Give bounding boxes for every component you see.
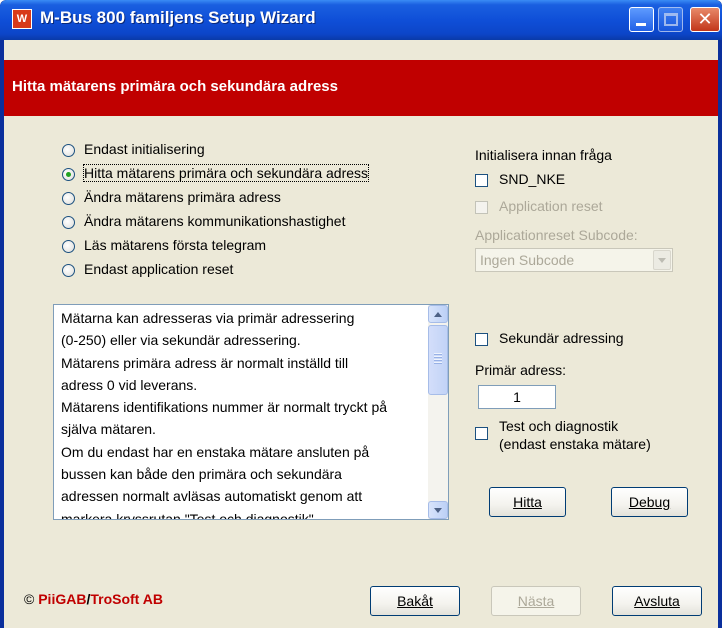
maximize-button[interactable]	[658, 7, 683, 32]
mode-option-label: Ändra mätarens kommunikationshastighet	[84, 213, 346, 229]
maximize-icon	[664, 13, 678, 26]
company-piigab: PiiGAB	[38, 591, 87, 607]
mode-radio[interactable]	[62, 216, 75, 229]
debug-button[interactable]: Debug	[611, 487, 688, 517]
page-title: Hitta mätarens primära och sekundära adr…	[12, 78, 338, 95]
scroll-up-button[interactable]	[428, 305, 448, 323]
close-button[interactable]: ✕	[690, 7, 720, 32]
dialog-client-area: Hitta mätarens primära och sekundära adr…	[4, 40, 718, 628]
description-line: adressen normalt avläsas automatiskt gen…	[61, 488, 363, 505]
back-button-label: Bakåt	[397, 593, 433, 609]
company-trosoft: TroSoft AB	[90, 591, 163, 607]
setup-wizard-window: W M-Bus 800 familjens Setup Wizard ✕ Hit…	[0, 0, 722, 628]
debug-button-label: Debug	[628, 494, 671, 510]
mode-radio[interactable]	[62, 264, 75, 277]
description-line: själva mätaren.	[61, 421, 156, 438]
copyright-symbol: ©	[24, 591, 35, 607]
exit-button-label: Avsluta	[634, 593, 680, 609]
next-button-label: Nästa	[517, 593, 555, 609]
app-reset-checkbox	[475, 201, 488, 214]
scroll-down-button[interactable]	[428, 501, 448, 519]
scroll-down-icon	[434, 508, 442, 513]
mode-option-label: Läs mätarens första telegram	[84, 237, 267, 253]
mode-radio[interactable]	[62, 168, 75, 181]
secondary-address-checkbox[interactable]	[475, 333, 488, 346]
description-text: Mätarna kan adresseras via primär adress…	[61, 307, 427, 520]
subcode-select: Ingen Subcode	[475, 248, 673, 272]
minimize-icon	[636, 23, 646, 26]
mode-radio[interactable]	[62, 192, 75, 205]
test-diagnostics-checkbox[interactable]	[475, 427, 488, 440]
mode-radio[interactable]	[62, 144, 75, 157]
page-header: Hitta mätarens primära och sekundära adr…	[4, 60, 718, 116]
description-line: adress 0 vid leverans.	[61, 376, 198, 393]
init-heading: Initialisera innan fråga	[475, 147, 612, 163]
mode-option-label: Endast initialisering	[84, 141, 205, 157]
minimize-button[interactable]	[629, 7, 654, 32]
secondary-address-label: Sekundär adressing	[499, 330, 624, 346]
description-scrollbar[interactable]	[428, 305, 448, 519]
mode-option-label: Endast application reset	[84, 261, 234, 277]
exit-button[interactable]: Avsluta	[612, 586, 702, 616]
next-button: Nästa	[491, 586, 581, 616]
back-button[interactable]: Bakåt	[370, 586, 460, 616]
app-reset-label: Application reset	[499, 198, 603, 214]
app-icon: W	[12, 9, 32, 29]
description-line: Mätarens identifikations nummer är norma…	[61, 399, 388, 416]
subcode-label: Applicationreset Subcode:	[475, 227, 638, 243]
mode-option-label: Ändra mätarens primära adress	[84, 189, 281, 205]
dropdown-arrow-icon	[653, 250, 671, 270]
subcode-value: Ingen Subcode	[480, 252, 575, 268]
primary-address-input[interactable]: 1	[478, 385, 556, 409]
description-line: markera kryssrutan "Test och diagnostik"…	[61, 510, 318, 520]
find-button-label: Hitta	[513, 494, 542, 510]
description-line: Mätarna kan adresseras via primär adress…	[61, 310, 355, 326]
description-line: bussen kan både den primära och sekundär…	[61, 466, 342, 483]
test-diagnostics-label-line2: (endast enstaka mätare)	[499, 436, 651, 452]
find-button[interactable]: Hitta	[489, 487, 566, 517]
copyright-notice: © PiiGAB/TroSoft AB	[24, 591, 163, 607]
mode-option-label: Hitta mätarens primära och sekundära adr…	[82, 164, 370, 182]
close-icon: ✕	[697, 9, 713, 29]
snd-nke-checkbox[interactable]	[475, 174, 488, 187]
scroll-up-icon	[434, 312, 442, 317]
primary-address-label: Primär adress:	[475, 362, 567, 378]
mode-radio[interactable]	[62, 240, 75, 253]
description-line: Om du endast har en enstaka mätare anslu…	[61, 443, 370, 460]
description-textarea[interactable]: Mätarna kan adresseras via primär adress…	[53, 304, 449, 520]
description-line: Mätarens primära adress är normalt instä…	[61, 354, 349, 371]
grip-icon	[434, 353, 442, 365]
scroll-thumb[interactable]	[428, 325, 448, 395]
window-title: M-Bus 800 familjens Setup Wizard	[40, 8, 316, 27]
test-diagnostics-label-line1: Test och diagnostik	[499, 418, 619, 434]
description-line: (0-250) eller via sekundär adressering.	[61, 332, 301, 349]
snd-nke-label: SND_NKE	[499, 171, 566, 187]
title-bar[interactable]: W M-Bus 800 familjens Setup Wizard ✕	[0, 0, 722, 40]
